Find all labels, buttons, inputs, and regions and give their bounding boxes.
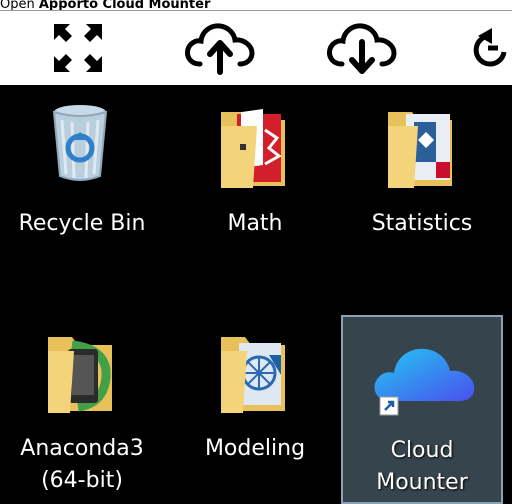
fullscreen-button[interactable] bbox=[28, 11, 128, 85]
fullscreen-icon bbox=[54, 24, 102, 72]
desktop-icon-label: Statistics bbox=[371, 211, 473, 236]
instruction-prefix: Open bbox=[0, 0, 39, 10]
cloud-download-icon bbox=[327, 23, 397, 74]
anaconda-folder-icon bbox=[48, 337, 112, 413]
desktop-icon-label: Recycle Bin bbox=[18, 211, 146, 236]
refresh-icon bbox=[473, 28, 507, 67]
cloud-upload-button[interactable] bbox=[170, 11, 270, 85]
statistics-folder-icon bbox=[388, 112, 452, 188]
desktop-icon-label: Math bbox=[227, 211, 283, 236]
desktop-icon-anaconda3[interactable]: Anaconda3 (64-bit) bbox=[12, 315, 152, 495]
task-instruction: Open Apporto Cloud Mounter bbox=[0, 0, 512, 10]
desktop-icon-cloud-mounter[interactable]: Cloud Mounter bbox=[341, 315, 503, 504]
toolbar bbox=[0, 10, 512, 85]
desktop-icon-label: Cloud Mounter bbox=[376, 438, 468, 495]
instruction-target: Apporto Cloud Mounter bbox=[38, 0, 211, 10]
recycle-bin-icon bbox=[52, 105, 108, 181]
cloud-mounter-icon bbox=[374, 348, 475, 416]
math-folder-icon bbox=[221, 109, 285, 188]
desktop-icon-label: Modeling bbox=[204, 436, 306, 461]
refresh-button[interactable] bbox=[458, 11, 512, 85]
cloud-upload-icon bbox=[185, 23, 255, 75]
desktop-icon-modeling[interactable]: Modeling bbox=[185, 315, 325, 495]
cloud-download-button[interactable] bbox=[312, 11, 412, 85]
desktop: Recycle Bin Math Statistics Anaconda3 (6… bbox=[0, 85, 512, 504]
modeling-folder-icon bbox=[221, 337, 285, 413]
desktop-icon-label: Anaconda3 (64-bit) bbox=[20, 436, 144, 493]
desktop-icon-math[interactable]: Math bbox=[185, 90, 325, 270]
desktop-icon-recycle-bin[interactable]: Recycle Bin bbox=[12, 90, 152, 270]
desktop-icon-statistics[interactable]: Statistics bbox=[352, 90, 492, 270]
